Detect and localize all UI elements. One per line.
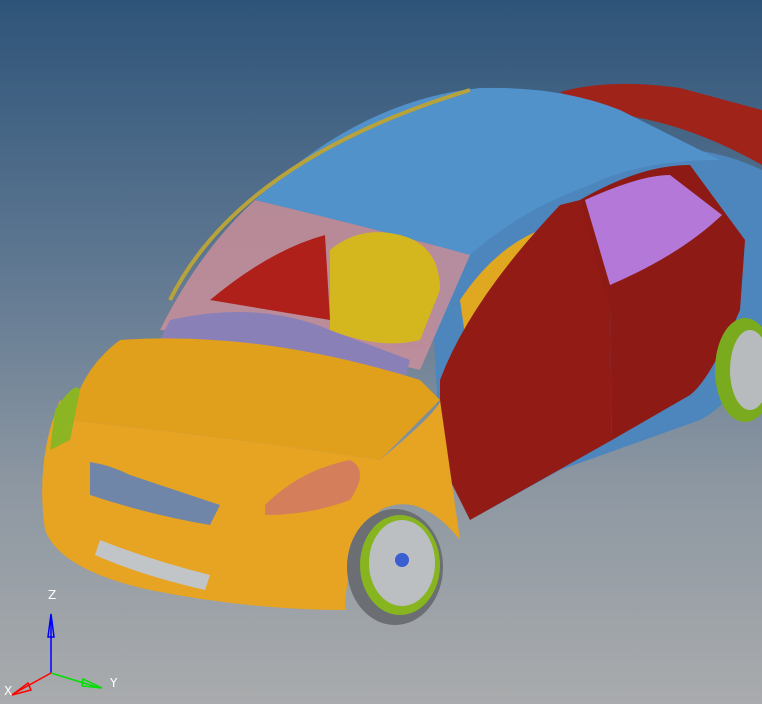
3d-viewport[interactable]: Z Y X (0, 0, 762, 704)
front-seat (330, 232, 440, 344)
hub (395, 553, 409, 567)
y-axis-label: Y (110, 676, 118, 690)
axis-triad (11, 613, 103, 696)
x-axis-label: X (4, 684, 13, 698)
z-axis-label: Z (48, 588, 57, 602)
